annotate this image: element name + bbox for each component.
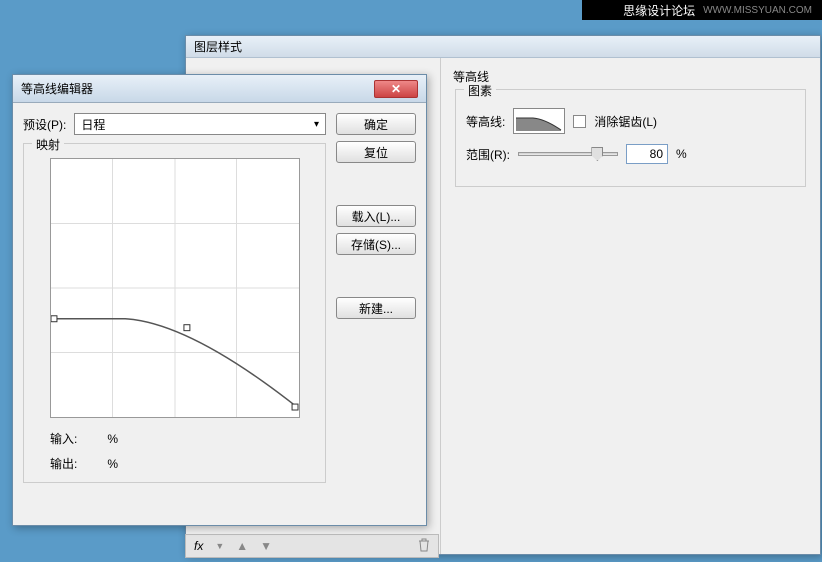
input-unit: % [107, 432, 118, 446]
fx-label[interactable]: fx [194, 539, 203, 553]
range-input[interactable] [626, 144, 668, 164]
preset-dropdown[interactable]: 日程 ▾ [74, 113, 326, 135]
chevron-down-icon: ▾ [314, 119, 319, 130]
close-button[interactable]: ✕ [374, 80, 418, 98]
contour-editor-title-bar[interactable]: 等高线编辑器 ✕ [13, 75, 426, 103]
layer-style-title-bar[interactable]: 图层样式 [186, 36, 820, 58]
close-icon: ✕ [391, 82, 401, 96]
elements-group-title: 图素 [464, 82, 496, 99]
range-label: 范围(R): [466, 146, 510, 163]
contour-editor-dialog: 等高线编辑器 ✕ 预设(P): 日程 ▾ 映射 [12, 74, 427, 526]
layer-style-title: 图层样式 [194, 38, 242, 55]
anti-alias-checkbox[interactable] [573, 115, 586, 128]
contour-picker[interactable] [513, 108, 565, 134]
load-button[interactable]: 载入(L)... [336, 205, 416, 227]
mapping-title: 映射 [32, 136, 64, 153]
trash-icon[interactable] [418, 538, 430, 555]
range-slider-thumb[interactable] [591, 147, 603, 161]
up-arrow-icon[interactable]: ▲ [236, 539, 248, 553]
fx-menu-arrow-icon[interactable]: ▼ [215, 541, 224, 551]
output-unit: % [107, 457, 118, 471]
reset-button[interactable]: 复位 [336, 141, 416, 163]
preset-label: 预设(P): [23, 116, 66, 133]
contour-label: 等高线: [466, 113, 505, 130]
preset-value: 日程 [81, 116, 105, 133]
contour-section-label: 等高线 [453, 68, 808, 85]
range-slider[interactable] [518, 152, 618, 156]
effects-bottom-bar: fx ▼ ▲ ▼ [185, 534, 439, 558]
watermark-url: WWW.MISSYUAN.COM [703, 5, 812, 16]
anti-alias-label: 消除锯齿(L) [594, 113, 657, 130]
new-button[interactable]: 新建... [336, 297, 416, 319]
down-arrow-icon[interactable]: ▼ [260, 539, 272, 553]
range-unit: % [676, 147, 687, 161]
style-settings-column: 等高线 图素 等高线: 消除锯齿(L) 范围(R): [441, 58, 820, 554]
mapping-group: 映射 输入: % 输出: % [23, 143, 326, 483]
input-label: 输入: [50, 430, 77, 447]
ok-button[interactable]: 确定 [336, 113, 416, 135]
watermark-bar: 思缘设计论坛 WWW.MISSYUAN.COM [582, 0, 822, 20]
watermark-text: 思缘设计论坛 [623, 2, 695, 19]
output-label: 输出: [50, 455, 77, 472]
elements-group: 图素 等高线: 消除锯齿(L) 范围(R): [455, 89, 806, 187]
curve-editor[interactable] [50, 158, 300, 418]
contour-editor-title: 等高线编辑器 [21, 80, 93, 97]
save-button[interactable]: 存储(S)... [336, 233, 416, 255]
